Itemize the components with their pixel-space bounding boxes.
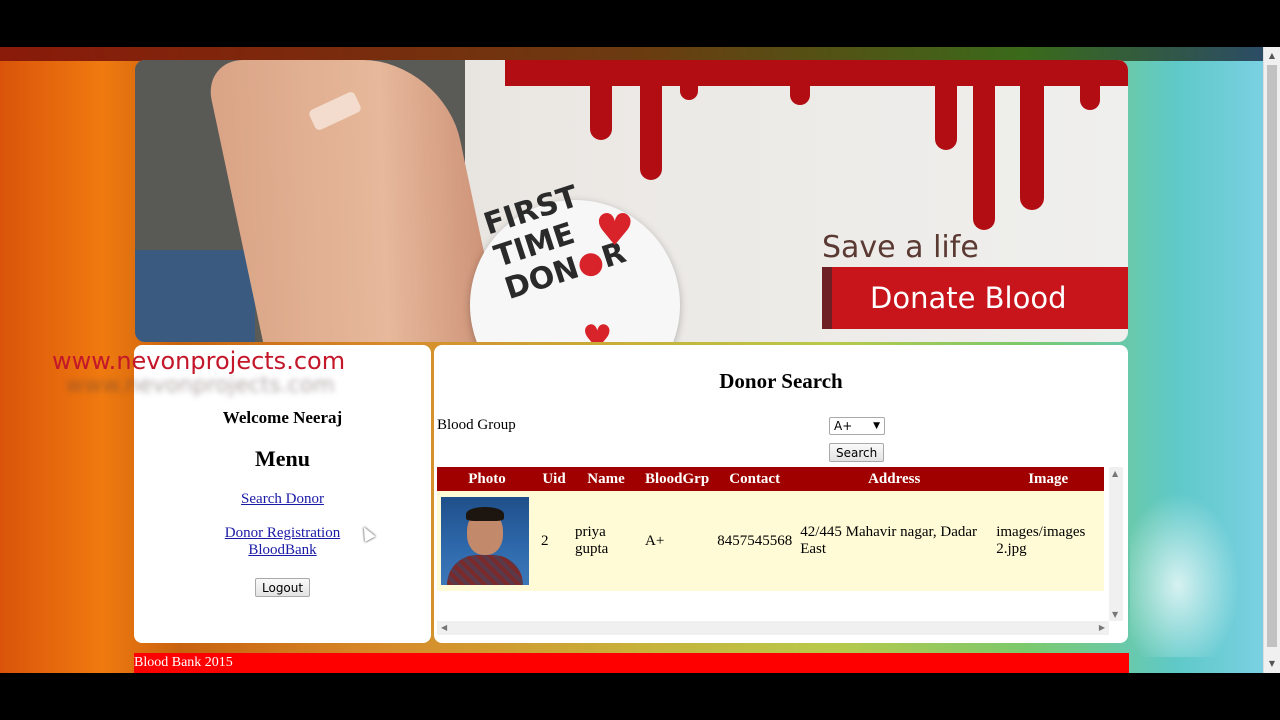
scroll-up-icon[interactable]: ▲ bbox=[1112, 469, 1118, 478]
banner-image: FIRST TIME DON●R ♥ ♥ Save a life Donate … bbox=[135, 60, 1128, 342]
image-cell: images/images 2.jpg bbox=[996, 524, 1086, 557]
scrollbar-thumb[interactable] bbox=[1267, 65, 1277, 647]
footer: Blood Bank 2015 bbox=[134, 653, 1129, 673]
page-title: Donor Search bbox=[719, 369, 843, 393]
logout-button[interactable]: Logout bbox=[255, 578, 311, 597]
column-header: Name bbox=[587, 470, 625, 487]
chevron-down-icon: ▼ bbox=[873, 421, 880, 431]
table-header-row: Photo Uid Name BloodGrp Contact Address … bbox=[437, 467, 1105, 491]
watermark-text: www.nevonprojects.com bbox=[52, 347, 346, 375]
uid-cell: 2 bbox=[541, 532, 549, 549]
donor-photo bbox=[441, 497, 529, 585]
scroll-right-icon[interactable]: ▶ bbox=[1099, 623, 1105, 632]
donor-search-panel: Donor Search Blood Group A+ ▼ Search Pho… bbox=[434, 345, 1128, 643]
sidebar-item-search-donor[interactable]: Search Donor bbox=[134, 491, 431, 508]
column-header: BloodGrp bbox=[645, 470, 710, 487]
table-vertical-scrollbar[interactable]: ▲ ▼ bbox=[1109, 467, 1123, 621]
scroll-up-icon[interactable]: ▲ bbox=[1264, 49, 1280, 63]
results-table-container[interactable]: Photo Uid Name BloodGrp Contact Address … bbox=[437, 467, 1123, 637]
search-button[interactable]: Search bbox=[829, 443, 885, 462]
results-table: Photo Uid Name BloodGrp Contact Address … bbox=[437, 467, 1105, 591]
column-header: Image bbox=[1028, 470, 1069, 487]
column-header: Contact bbox=[729, 470, 781, 487]
blood-group-select[interactable]: A+ ▼ bbox=[829, 417, 885, 435]
scroll-down-icon[interactable]: ▼ bbox=[1264, 657, 1280, 671]
page-scrollbar[interactable]: ▲ ▼ bbox=[1263, 47, 1280, 673]
column-header: Uid bbox=[542, 470, 566, 487]
sidebar-item-bloodbank[interactable]: BloodBank bbox=[134, 542, 431, 559]
photo-cell bbox=[437, 491, 537, 591]
contact-cell: 8457545568 bbox=[717, 532, 793, 549]
banner-tagline: Save a life bbox=[822, 230, 979, 265]
menu-heading: Menu bbox=[255, 446, 310, 471]
bloodgrp-cell: A+ bbox=[645, 532, 665, 549]
welcome-message: Welcome Neeraj bbox=[222, 408, 343, 427]
heart-icon: ♥ bbox=[582, 318, 613, 342]
heart-icon: ♥ bbox=[595, 205, 635, 256]
watermark-shadow: www.nevonprojects.com bbox=[66, 373, 335, 398]
name-cell: priya gupta bbox=[575, 524, 609, 557]
table-horizontal-scrollbar[interactable]: ◀ ▶ bbox=[437, 621, 1109, 635]
blood-group-label: Blood Group bbox=[437, 417, 516, 433]
banner-cta: Donate Blood bbox=[822, 267, 1128, 329]
column-header: Address bbox=[868, 470, 921, 487]
sidebar-item-donor-registration[interactable]: Donor Registration bbox=[134, 525, 431, 542]
donor-arm-illustration bbox=[135, 60, 507, 342]
scroll-left-icon[interactable]: ◀ bbox=[441, 623, 447, 632]
address-cell: 42/445 Mahavir nagar, Dadar East bbox=[800, 524, 978, 557]
scroll-down-icon[interactable]: ▼ bbox=[1112, 610, 1118, 619]
table-row: 2 priya gupta A+ 8457545568 42/445 Mahav… bbox=[437, 491, 1105, 591]
column-header: Photo bbox=[468, 470, 506, 487]
